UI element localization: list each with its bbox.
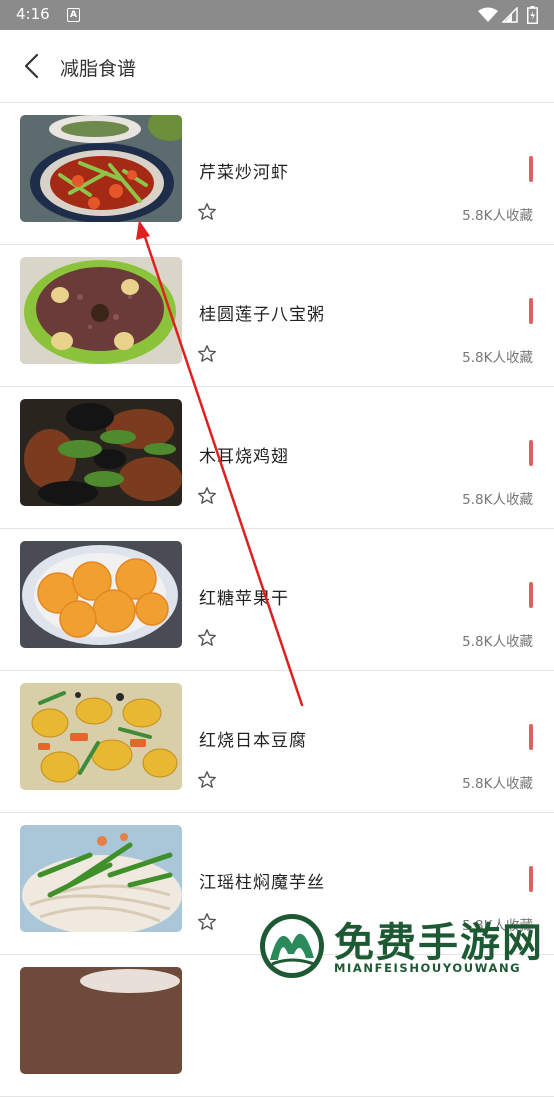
recipe-image-chicken-wings [20, 399, 182, 506]
status-bar: 4:16 A [0, 0, 554, 30]
accent-bar [529, 724, 533, 750]
recipe-item[interactable]: 芹菜炒河虾 5.8K人收藏 [0, 103, 554, 245]
recipe-item[interactable]: 红烧日本豆腐 5.8K人收藏 [0, 671, 554, 813]
page-title: 减脂食谱 [60, 58, 137, 80]
signal-icon [502, 7, 518, 23]
battery-icon [527, 6, 538, 24]
accent-bar [529, 866, 533, 892]
app-bar: 减脂食谱 [0, 30, 554, 103]
recipe-item[interactable]: 桂圆莲子八宝粥 5.8K人收藏 [0, 245, 554, 387]
recipe-image-shrimp [20, 115, 182, 222]
recipe-name: 木耳烧鸡翅 [199, 447, 289, 467]
recipe-image-konjac [20, 825, 182, 932]
favorite-count: 5.8K人收藏 [462, 208, 533, 224]
status-time: 4:16 [16, 5, 50, 23]
recipe-name: 红烧日本豆腐 [199, 731, 307, 751]
star-icon[interactable] [197, 628, 217, 648]
star-icon[interactable] [197, 770, 217, 790]
favorite-count: 5.8K人收藏 [462, 776, 533, 792]
recipe-name: 江瑶柱焖魔芋丝 [199, 873, 325, 893]
watermark-subtitle: MIANFEISHOUYOUWANG [334, 961, 522, 975]
star-icon[interactable] [197, 486, 217, 506]
favorite-count: 5.8K人收藏 [462, 492, 533, 508]
star-icon[interactable] [197, 202, 217, 222]
recipe-name: 桂圆莲子八宝粥 [199, 305, 325, 325]
recipe-name: 芹菜炒河虾 [199, 163, 289, 183]
accent-bar [529, 440, 533, 466]
favorite-count: 5.8K人收藏 [462, 350, 533, 366]
watermark-title: 免费手游网 [334, 920, 544, 966]
recipe-item[interactable]: 红糖苹果干 5.8K人收藏 [0, 529, 554, 671]
accent-bar [529, 156, 533, 182]
notification-a-icon: A [67, 8, 80, 22]
star-icon[interactable] [197, 344, 217, 364]
accent-bar [529, 298, 533, 324]
star-icon[interactable] [197, 912, 217, 932]
favorite-count: 5.8K人收藏 [462, 634, 533, 650]
back-arrow-icon[interactable] [18, 52, 46, 80]
accent-bar [529, 582, 533, 608]
recipe-name: 红糖苹果干 [199, 589, 289, 609]
recipe-image-partial [20, 967, 182, 1074]
recipe-image-congee [20, 257, 182, 364]
recipe-item[interactable]: 木耳烧鸡翅 5.8K人收藏 [0, 387, 554, 529]
wifi-icon [478, 7, 498, 22]
recipe-image-tofu [20, 683, 182, 790]
recipe-image-apple-chips [20, 541, 182, 648]
